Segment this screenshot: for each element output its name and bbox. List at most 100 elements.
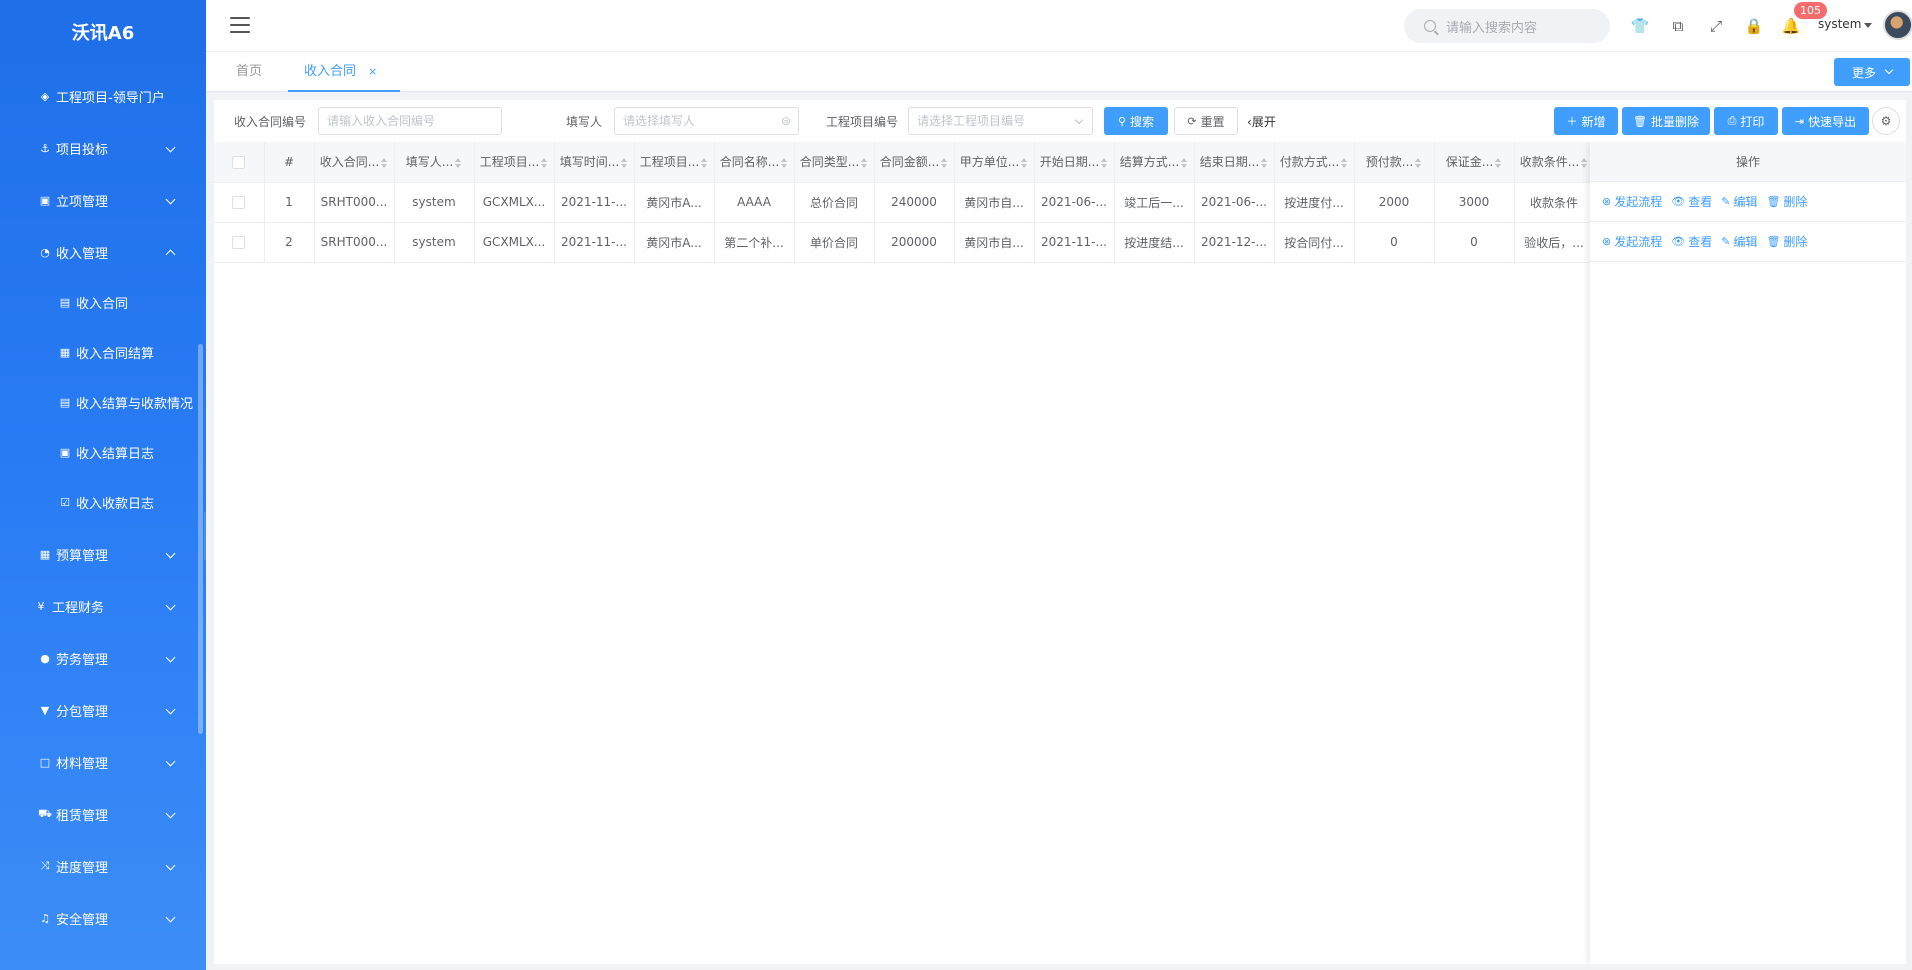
sort-icon[interactable] xyxy=(1341,157,1348,168)
global-search-input[interactable]: 请输入搜索内容 xyxy=(1404,9,1610,43)
tab-income-contract[interactable]: 收入合同 × xyxy=(288,52,400,92)
table-row[interactable]: 1 SRHT000... system GCXMLX... 2021-11-... 黄冈市… xyxy=(214,182,1595,223)
op-link-1[interactable]: 👁 查看 xyxy=(1671,193,1712,210)
column-header-label: 结算方式... xyxy=(1119,155,1180,170)
sidebar-item-15[interactable]: ⛟ 租赁管理 xyxy=(38,804,206,824)
fullscreen-icon[interactable]: ⤢ xyxy=(1706,16,1726,36)
op-link-1[interactable]: 👁 查看 xyxy=(1671,233,1712,250)
lock-icon[interactable]: 🔒 xyxy=(1744,16,1764,36)
tab-home[interactable]: 首页 xyxy=(236,52,262,92)
sidebar-item-16[interactable]: ⤨ 进度管理 xyxy=(38,856,206,876)
filler-select[interactable]: 请选择填写人 ⊜ xyxy=(614,107,799,135)
expand-toggle[interactable]: ‹展开 xyxy=(1247,113,1276,130)
column-header[interactable]: 甲方单位... xyxy=(954,142,1035,183)
bell-icon[interactable]: 🔔 xyxy=(1781,16,1801,36)
sidebar-item-9[interactable]: ☑ 收入收款日志 xyxy=(58,492,206,512)
table-cell: 2021-11-... xyxy=(1034,222,1115,263)
print-button[interactable]: ⎙ 打印 xyxy=(1714,107,1778,135)
sort-icon[interactable] xyxy=(1415,157,1422,168)
op-link-3[interactable]: 🗑 删除 xyxy=(1766,193,1807,210)
sort-icon[interactable] xyxy=(1101,157,1108,168)
column-header[interactable]: 结束日期... xyxy=(1194,142,1275,183)
column-settings-button[interactable]: ⚙ xyxy=(1872,107,1900,135)
sort-icon[interactable] xyxy=(941,157,948,168)
column-header[interactable]: 合同金额... xyxy=(874,142,955,183)
hamburger-icon[interactable] xyxy=(230,17,250,33)
sort-icon[interactable] xyxy=(381,157,388,168)
translate-icon[interactable]: ⧉ xyxy=(1668,16,1688,36)
reset-button[interactable]: ⟳ 重置 xyxy=(1174,107,1238,135)
user-caret-icon[interactable] xyxy=(1864,23,1872,28)
op-link-3[interactable]: 🗑 删除 xyxy=(1766,233,1807,250)
column-header[interactable]: 工程项目... xyxy=(634,142,715,183)
sort-icon[interactable] xyxy=(455,157,462,168)
column-header[interactable]: 开始日期... xyxy=(1034,142,1115,183)
op-link-0[interactable]: ⊗ 发起流程 xyxy=(1602,233,1662,250)
sort-icon[interactable] xyxy=(1495,157,1502,168)
contract-no-input[interactable]: 请输入收入合同编号 xyxy=(318,107,502,135)
column-header[interactable]: 收款条件... xyxy=(1514,142,1595,183)
sort-icon[interactable] xyxy=(701,157,708,168)
search-button[interactable]: ⚲ 搜索 xyxy=(1104,107,1168,135)
checkbox[interactable] xyxy=(232,196,246,209)
column-header[interactable]: 收入合同... xyxy=(314,142,395,183)
checkbox[interactable] xyxy=(232,236,246,249)
batch-delete-button[interactable]: 🗑 批量删除 xyxy=(1622,107,1710,135)
row-checkbox-cell[interactable] xyxy=(214,222,265,263)
settings-icon: ⚙ xyxy=(1880,114,1892,128)
sort-icon[interactable] xyxy=(1261,157,1268,168)
shirt-icon[interactable]: 👕 xyxy=(1630,16,1650,36)
op-link-2[interactable]: ✎ 编辑 xyxy=(1721,233,1757,250)
sidebar-item-17[interactable]: ♫ 安全管理 xyxy=(38,908,206,928)
column-header[interactable]: 工程项目... xyxy=(474,142,555,183)
sidebar-item-4[interactable]: ◔ 收入管理 xyxy=(38,242,206,262)
sort-icon[interactable] xyxy=(541,157,548,168)
op-link-0[interactable]: ⊗ 发起流程 xyxy=(1602,193,1662,210)
sidebar-item-10[interactable]: ▦ 预算管理 xyxy=(38,544,206,564)
sidebar-item-3[interactable]: ▣ 立项管理 xyxy=(38,190,206,210)
sidebar-item-7[interactable]: ▤ 收入结算与收款情况 xyxy=(58,392,206,412)
sidebar-item-8[interactable]: ▣ 收入结算日志 xyxy=(58,442,206,462)
column-header[interactable]: 付款方式... xyxy=(1274,142,1355,183)
sort-icon[interactable] xyxy=(1021,157,1028,168)
sidebar-item-5[interactable]: ▤ 收入合同 xyxy=(58,292,206,312)
select-all-checkbox-cell[interactable] xyxy=(214,142,265,183)
avatar[interactable] xyxy=(1883,10,1912,40)
column-header[interactable]: 填写时间... xyxy=(554,142,635,183)
add-button[interactable]: ＋新增 xyxy=(1554,107,1618,135)
sort-icon[interactable] xyxy=(1581,157,1588,168)
sidebar-item-14[interactable]: □ 材料管理 xyxy=(38,752,206,772)
sidebar-item-12[interactable]: ● 劳务管理 xyxy=(38,648,206,668)
column-header[interactable]: 合同类型... xyxy=(794,142,875,183)
sidebar-collapse-handle[interactable]: ⋮ xyxy=(204,512,206,560)
sidebar-item-1[interactable]: ◈ 工程项目-领导门户 xyxy=(38,86,206,106)
sidebar-scrollbar[interactable] xyxy=(198,344,203,734)
close-icon[interactable]: × xyxy=(368,65,377,78)
op-link-2[interactable]: ✎ 编辑 xyxy=(1721,193,1757,210)
column-header[interactable]: 预付款... xyxy=(1354,142,1435,183)
sidebar-item-label: 工程项目-领导门户 xyxy=(56,90,165,106)
sidebar-item-2[interactable]: ⚓ 项目投标 xyxy=(38,138,206,158)
username[interactable]: system xyxy=(1818,17,1861,31)
column-header[interactable]: 结算方式... xyxy=(1114,142,1195,183)
car-icon: ⛟ xyxy=(38,806,52,820)
table-cell: 按进度结... xyxy=(1114,222,1195,263)
column-header[interactable]: 合同名称... xyxy=(714,142,795,183)
sort-icon[interactable] xyxy=(861,157,868,168)
sidebar-item-11[interactable]: ¥ 工程财务 xyxy=(34,596,206,616)
row-checkbox-cell[interactable] xyxy=(214,182,265,223)
project-no-select[interactable]: 请选择工程项目编号 xyxy=(908,107,1093,135)
checkbox[interactable] xyxy=(232,155,246,169)
sort-icon[interactable] xyxy=(1181,157,1188,168)
column-header[interactable]: 保证金... xyxy=(1434,142,1515,183)
table-cell: SRHT000... xyxy=(314,222,395,263)
sort-icon[interactable] xyxy=(621,157,628,168)
column-header[interactable]: 填写人... xyxy=(394,142,475,183)
export-button[interactable]: ⇥ 快速导出 xyxy=(1782,107,1869,135)
more-button[interactable]: 更多 xyxy=(1834,58,1910,86)
column-header-label: 结束日期... xyxy=(1199,155,1260,170)
sidebar-item-6[interactable]: ▦ 收入合同结算 xyxy=(58,342,206,362)
sidebar-item-13[interactable]: ▼ 分包管理 xyxy=(38,700,206,720)
sort-icon[interactable] xyxy=(781,157,788,168)
table-row[interactable]: 2 SRHT000... system GCXMLX... 2021-11-... 黄冈市… xyxy=(214,222,1595,263)
